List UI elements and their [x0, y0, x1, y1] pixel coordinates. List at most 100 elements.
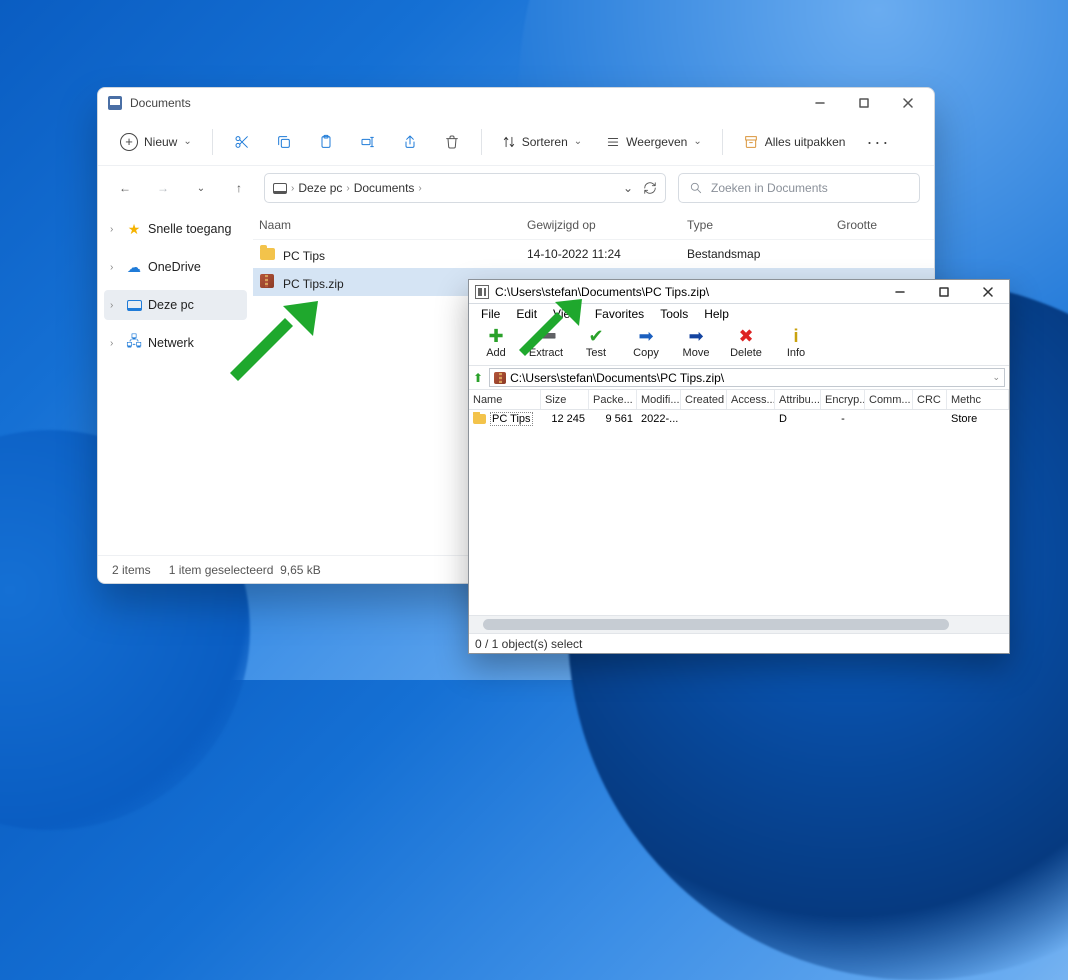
col-created[interactable]: Created — [681, 390, 727, 409]
new-button[interactable]: + Nieuw ⌄ — [110, 125, 202, 159]
forward-button[interactable]: → — [150, 175, 176, 201]
up-icon[interactable]: ⬆ — [473, 371, 483, 385]
file-modified: 14-10-2022 11:24 — [521, 247, 681, 261]
menu-favorites[interactable]: Favorites — [587, 305, 652, 323]
sidebar-item-this-pc[interactable]: › Deze pc — [104, 290, 247, 320]
recent-button[interactable]: ⌄ — [188, 175, 214, 201]
tb-test[interactable]: ✔Test — [573, 326, 619, 359]
close-button[interactable] — [969, 280, 1007, 304]
chevron-right-icon: › — [418, 183, 421, 194]
item-modified: 2022-... — [637, 413, 681, 425]
menu-tools[interactable]: Tools — [652, 305, 696, 323]
col-comment[interactable]: Comm... — [865, 390, 913, 409]
breadcrumb-dropdown[interactable]: ⌄ — [623, 181, 633, 195]
chevron-right-icon: › — [291, 183, 294, 194]
copy-button[interactable] — [265, 125, 303, 159]
tb-label: Info — [787, 347, 805, 359]
menu-edit[interactable]: Edit — [508, 305, 545, 323]
archive-row[interactable]: PC Tips 12 245 9 561 2022-... D - Store — [469, 410, 1009, 428]
col-method[interactable]: Methc — [947, 390, 1009, 409]
path-text: C:\Users\stefan\Documents\PC Tips.zip\ — [510, 371, 724, 385]
menu-help[interactable]: Help — [696, 305, 737, 323]
tb-info[interactable]: iInfo — [773, 326, 819, 359]
tb-copy[interactable]: ➡Copy — [623, 326, 669, 359]
rename-button[interactable] — [349, 125, 387, 159]
search-input[interactable]: Zoeken in Documents — [678, 173, 920, 203]
up-button[interactable]: ↑ — [226, 175, 252, 201]
chevron-right-icon: › — [110, 338, 120, 349]
tb-add[interactable]: ✚Add — [473, 326, 519, 359]
delete-button[interactable] — [433, 125, 471, 159]
col-name[interactable]: Name — [469, 390, 541, 409]
more-button[interactable]: ··· — [859, 125, 897, 159]
extract-all-button[interactable]: Alles uitpakken — [733, 125, 856, 159]
search-icon — [689, 181, 703, 195]
tb-delete[interactable]: ✖Delete — [723, 326, 769, 359]
chevron-down-icon: ⌄ — [183, 136, 191, 147]
search-placeholder: Zoeken in Documents — [711, 181, 828, 195]
sort-button[interactable]: Sorteren ⌄ — [492, 125, 592, 159]
item-method: Store — [947, 413, 1009, 425]
archive-icon — [743, 134, 759, 150]
col-modified[interactable]: Modifi... — [637, 390, 681, 409]
view-button[interactable]: Weergeven ⌄ — [596, 125, 712, 159]
sidebar-item-onedrive[interactable]: › ☁ OneDrive — [104, 252, 247, 282]
col-packed[interactable]: Packe... — [589, 390, 637, 409]
sevenzip-title: C:\Users\stefan\Documents\PC Tips.zip\ — [495, 285, 709, 299]
tb-label: Test — [586, 347, 606, 359]
column-headers: Naam Gewijzigd op Type Grootte — [253, 210, 934, 240]
explorer-address-row: ← → ⌄ ↑ › Deze pc › Documents › ⌄ Zoeken… — [98, 166, 934, 210]
sidebar-item-network[interactable]: › 🖧 Netwerk — [104, 328, 247, 358]
thispc-icon — [127, 300, 142, 311]
sevenzip-titlebar[interactable]: C:\Users\stefan\Documents\PC Tips.zip\ — [469, 280, 1009, 304]
breadcrumb-folder[interactable]: Documents — [354, 181, 415, 195]
col-accessed[interactable]: Access... — [727, 390, 775, 409]
breadcrumb[interactable]: › Deze pc › Documents › ⌄ — [264, 173, 666, 203]
tb-extract[interactable]: ➖Extract — [523, 326, 569, 359]
col-size[interactable]: Size — [541, 390, 589, 409]
share-button[interactable] — [391, 125, 429, 159]
breadcrumb-root[interactable]: Deze pc — [298, 181, 342, 195]
item-attrib: D — [775, 413, 821, 425]
refresh-icon[interactable] — [643, 181, 657, 195]
menu-view[interactable]: View — [545, 305, 587, 323]
col-attributes[interactable]: Attribu... — [775, 390, 821, 409]
cut-button[interactable] — [223, 125, 261, 159]
menu-file[interactable]: File — [473, 305, 508, 323]
zip-icon — [494, 372, 506, 384]
col-crc[interactable]: CRC — [913, 390, 947, 409]
chevron-right-icon: › — [110, 224, 120, 235]
folder-icon — [260, 248, 275, 260]
path-input[interactable]: C:\Users\stefan\Documents\PC Tips.zip\ ⌄ — [489, 368, 1005, 387]
chevron-down-icon[interactable]: ⌄ — [992, 372, 1000, 383]
maximize-button[interactable] — [925, 280, 963, 304]
horizontal-scrollbar[interactable] — [469, 615, 1009, 633]
minimize-button[interactable] — [798, 88, 842, 118]
explorer-titlebar[interactable]: Documents — [98, 88, 934, 118]
col-type[interactable]: Type — [681, 218, 831, 232]
status-size: 9,65 kB — [280, 563, 321, 577]
col-name[interactable]: Naam — [253, 218, 521, 232]
col-encrypted[interactable]: Encryp... — [821, 390, 865, 409]
tb-label: Delete — [730, 347, 762, 359]
col-size[interactable]: Grootte — [831, 218, 934, 232]
col-modified[interactable]: Gewijzigd op — [521, 218, 681, 232]
back-button[interactable]: ← — [112, 175, 138, 201]
maximize-button[interactable] — [842, 88, 886, 118]
view-label: Weergeven — [626, 135, 687, 149]
tb-move[interactable]: ➡Move — [673, 326, 719, 359]
paste-button[interactable] — [307, 125, 345, 159]
file-type: Bestandsmap — [681, 247, 831, 261]
sidebar-item-quick-access[interactable]: › ★ Snelle toegang — [104, 214, 247, 244]
sevenzip-toolbar: ✚Add ➖Extract ✔Test ➡Copy ➡Move ✖Delete … — [469, 324, 1009, 366]
file-row[interactable]: PC Tips 14-10-2022 11:24 Bestandsmap — [253, 240, 934, 268]
arrow-right-icon: ➡ — [638, 326, 653, 346]
minimize-button[interactable] — [881, 280, 919, 304]
info-icon: i — [793, 326, 798, 346]
file-name: PC Tips — [283, 249, 325, 263]
item-encrypted: - — [821, 413, 865, 425]
file-name: PC Tips.zip — [283, 277, 344, 291]
sidebar-label: Deze pc — [148, 298, 194, 312]
close-button[interactable] — [886, 88, 930, 118]
rename-icon — [360, 134, 376, 150]
